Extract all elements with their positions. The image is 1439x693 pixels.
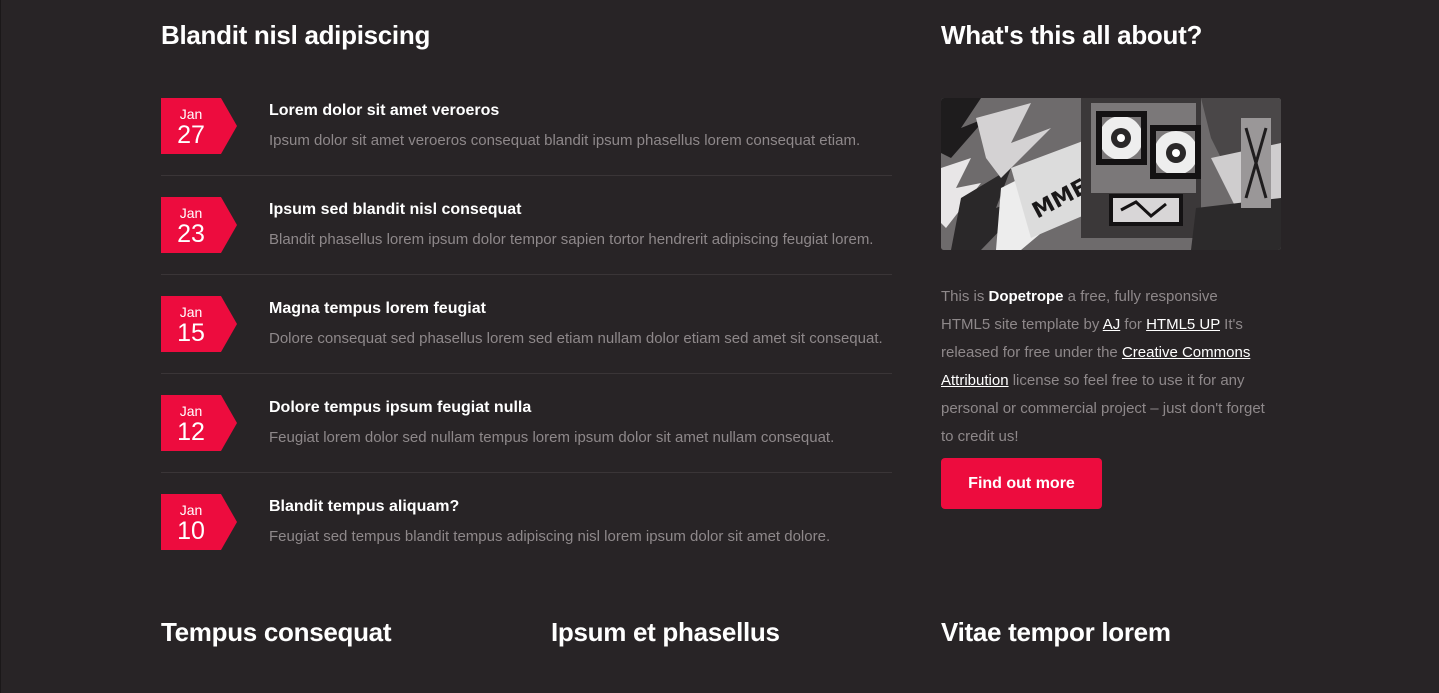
post-title[interactable]: Dolore tempus ipsum feugiat nulla — [269, 399, 531, 417]
post-excerpt: Dolore consequat sed phasellus lorem sed… — [269, 330, 883, 347]
page: Blandit nisl adipiscing Jan 27 Lorem dol… — [0, 0, 1439, 693]
find-out-more-button[interactable]: Find out more — [941, 458, 1102, 509]
post-title[interactable]: Lorem dolor sit amet veroeros — [269, 102, 499, 120]
date-badge: Jan 10 — [161, 494, 237, 550]
date-month: Jan — [179, 106, 203, 122]
illustration-graphic: MMER — [941, 98, 1281, 250]
date-badge: Jan 23 — [161, 197, 237, 253]
about-text-3: for — [1120, 316, 1147, 333]
vitae-tempor-lorem-heading: Vitae tempor lorem — [941, 617, 1171, 647]
about-text-1: This is — [941, 288, 989, 305]
date-badge: Jan 12 — [161, 395, 237, 451]
post-title[interactable]: Ipsum sed blandit nisl consequat — [269, 201, 521, 219]
date-badge: Jan 27 — [161, 98, 237, 154]
post-title[interactable]: Blandit tempus aliquam? — [269, 498, 459, 516]
date-month: Jan — [179, 502, 203, 518]
post-excerpt: Feugiat sed tempus blandit tempus adipis… — [269, 528, 831, 545]
post-list: Jan 27 Lorem dolor sit amet veroeros Ips… — [161, 98, 892, 593]
post-excerpt: Blandit phasellus lorem ipsum dolor temp… — [269, 231, 874, 248]
date-badge: Jan 15 — [161, 296, 237, 352]
list-item: Jan 10 Blandit tempus aliquam? Feugiat s… — [161, 494, 892, 593]
date-month: Jan — [179, 205, 203, 221]
ipsum-et-phasellus-heading: Ipsum et phasellus — [551, 617, 780, 647]
feature-image[interactable]: MMER — [941, 98, 1281, 250]
date-day: 10 — [177, 517, 205, 545]
html5up-link[interactable]: HTML5 UP — [1146, 316, 1220, 333]
date-day: 27 — [177, 121, 205, 149]
list-item: Jan 23 Ipsum sed blandit nisl consequat … — [161, 197, 892, 296]
post-excerpt: Ipsum dolor sit amet veroeros consequat … — [269, 132, 861, 149]
about-paragraph: This is Dopetrope a free, fully responsi… — [941, 283, 1271, 451]
author-link[interactable]: AJ — [1103, 316, 1121, 333]
section-title: What's this all about? — [941, 20, 1203, 50]
date-month: Jan — [179, 403, 203, 419]
divider — [161, 175, 892, 176]
list-item: Jan 15 Magna tempus lorem feugiat Dolore… — [161, 296, 892, 395]
list-item: Jan 12 Dolore tempus ipsum feugiat nulla… — [161, 395, 892, 494]
date-day: 15 — [177, 319, 205, 347]
list-item: Jan 27 Lorem dolor sit amet veroeros Ips… — [161, 98, 892, 197]
post-title[interactable]: Magna tempus lorem feugiat — [269, 300, 486, 318]
tempus-consequat-heading: Tempus consequat — [161, 617, 392, 647]
divider — [161, 373, 892, 374]
divider — [161, 274, 892, 275]
divider — [161, 472, 892, 473]
post-excerpt: Feugiat lorem dolor sed nullam tempus lo… — [269, 429, 835, 446]
date-day: 23 — [177, 220, 205, 248]
section-title: Blandit nisl adipiscing — [161, 20, 431, 50]
brand-name: Dopetrope — [988, 288, 1064, 305]
date-month: Jan — [179, 304, 203, 320]
date-day: 12 — [177, 418, 205, 446]
